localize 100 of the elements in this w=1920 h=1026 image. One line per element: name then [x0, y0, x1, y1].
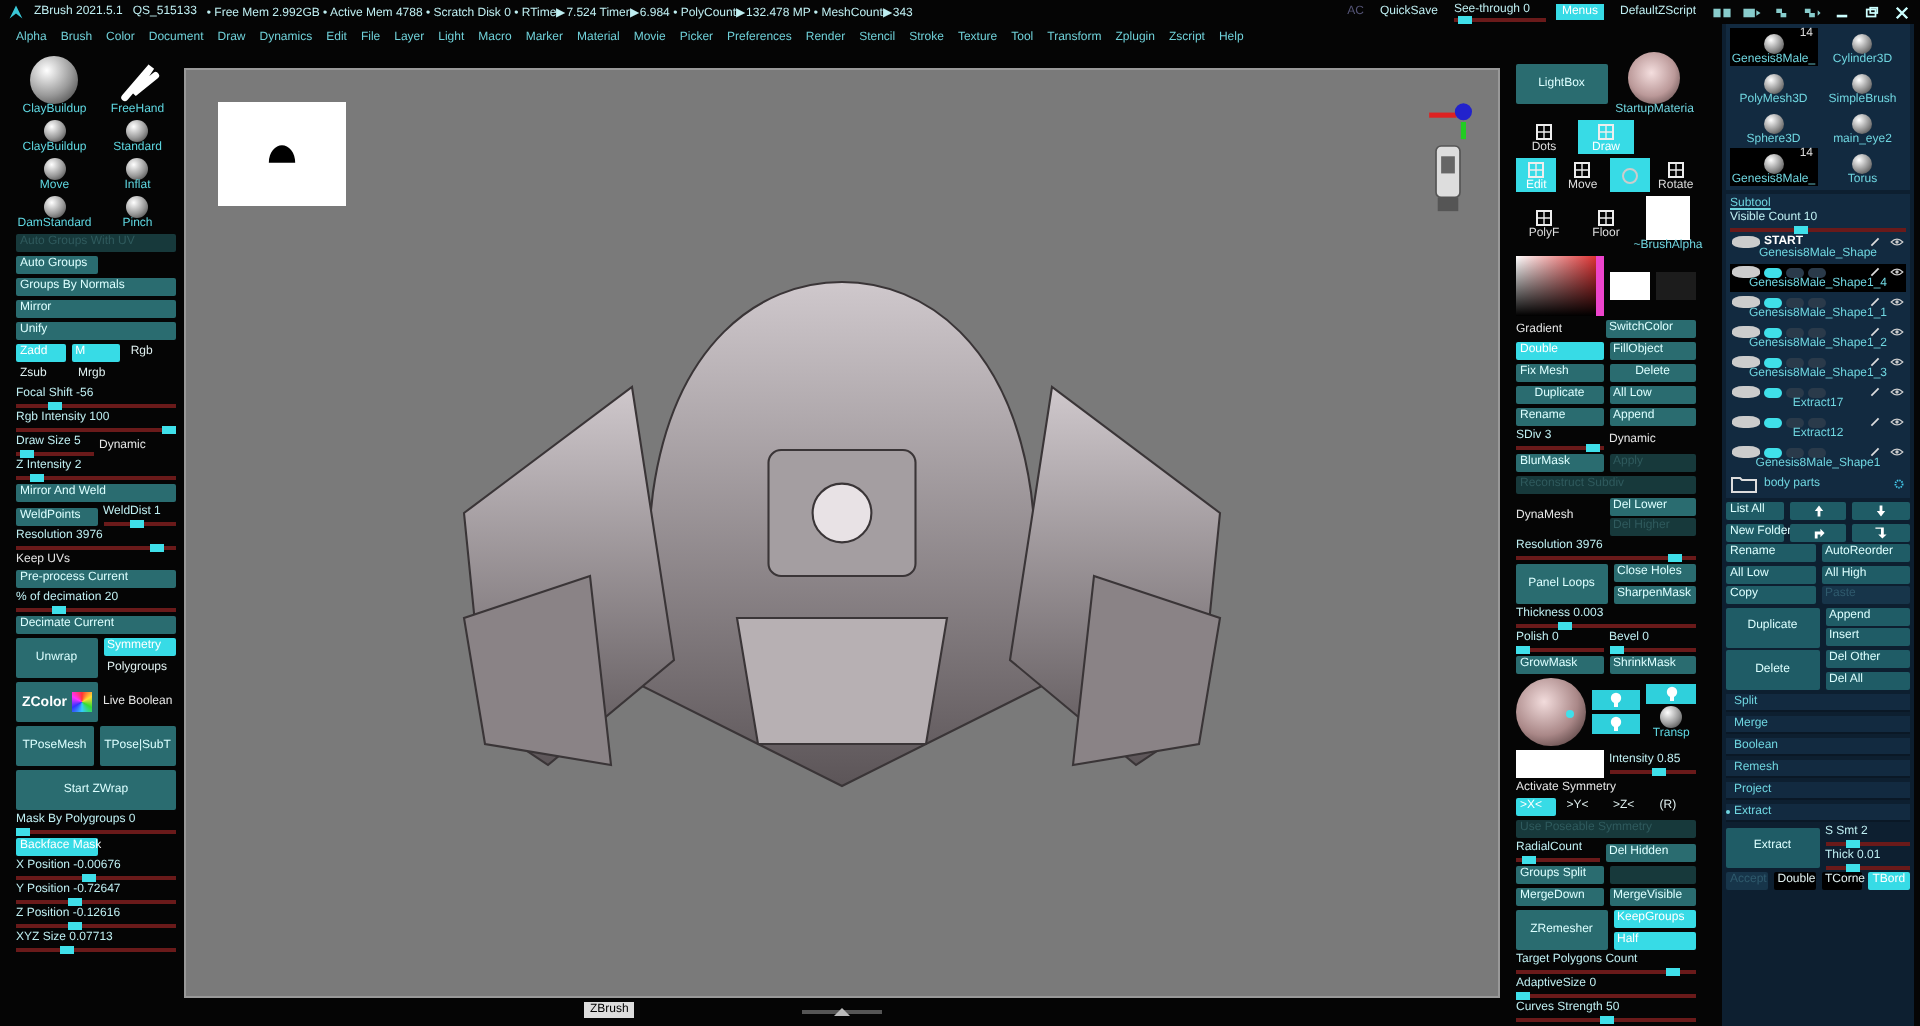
panels-icon[interactable]	[1772, 5, 1792, 19]
move-up-button[interactable]	[1789, 502, 1847, 520]
sphere-icon	[126, 120, 149, 142]
bulb-icon	[1605, 690, 1626, 711]
mesh-preview-icon	[1763, 34, 1784, 54]
pencil-icon[interactable]	[1868, 446, 1882, 458]
slider-thumb[interactable]	[1557, 622, 1572, 630]
pencil-icon[interactable]	[1868, 386, 1882, 398]
slider-thumb[interactable]	[1457, 15, 1472, 23]
close-icon[interactable]	[1892, 5, 1912, 19]
grid-icon	[1665, 159, 1686, 179]
eye-icon[interactable]	[1890, 296, 1904, 308]
arrow-down-icon	[1874, 504, 1889, 518]
eye-icon[interactable]	[1890, 356, 1904, 368]
ring-tool-button[interactable]	[1609, 158, 1650, 192]
slider-thumb[interactable]	[67, 898, 82, 906]
mesh-thumbnail-icon	[1732, 416, 1760, 428]
slider-thumb[interactable]	[30, 474, 45, 482]
pencil-icon[interactable]	[1868, 236, 1882, 248]
slider-thumb[interactable]	[81, 874, 96, 882]
sphere-icon	[126, 196, 149, 218]
slider-thumb[interactable]	[19, 450, 34, 458]
grid-icon	[1572, 159, 1593, 179]
pencil-icon[interactable]	[1868, 416, 1882, 428]
color-swatch[interactable]	[1516, 750, 1603, 778]
mesh-preview-icon	[1763, 74, 1784, 94]
grid-icon	[1596, 121, 1616, 141]
layout-icon[interactable]	[1712, 5, 1732, 19]
pencil-icon[interactable]	[1868, 296, 1882, 308]
mesh-preview-icon	[1763, 114, 1784, 134]
move-down-button[interactable]	[1852, 502, 1911, 520]
mesh-thumbnail-icon	[1732, 326, 1760, 338]
eye-icon[interactable]	[1890, 326, 1904, 338]
slider-thumb[interactable]	[52, 606, 67, 614]
color-picker[interactable]	[1516, 256, 1604, 316]
slider-thumb[interactable]	[1516, 646, 1530, 654]
move-in-button[interactable]	[1852, 523, 1911, 541]
slider-thumb[interactable]	[1609, 646, 1623, 654]
bulb-icon	[1661, 683, 1682, 704]
mesh-preview-icon	[1763, 154, 1784, 174]
color-swatch[interactable]	[1610, 272, 1650, 300]
sphere-icon	[126, 158, 149, 180]
light-button[interactable]	[1646, 683, 1696, 704]
eye-icon[interactable]	[1890, 446, 1904, 458]
move-out-button[interactable]	[1789, 523, 1847, 541]
restore-icon[interactable]	[1862, 5, 1882, 19]
eye-icon[interactable]	[1890, 416, 1904, 428]
slider-thumb[interactable]	[59, 946, 74, 954]
alpha-swatch-icon	[1646, 196, 1690, 240]
slider-thumb[interactable]	[1652, 768, 1667, 776]
sphere-icon	[43, 196, 66, 218]
mesh-thumbnail-icon	[1732, 296, 1760, 308]
light-button[interactable]	[1591, 713, 1641, 734]
gear-icon[interactable]	[1892, 478, 1906, 490]
slider-thumb[interactable]	[150, 544, 165, 552]
slider-thumb[interactable]	[1794, 226, 1809, 234]
eye-icon[interactable]	[1890, 236, 1904, 248]
layout-icon[interactable]	[1742, 5, 1762, 19]
mesh-preview-icon	[1852, 34, 1873, 54]
slider-thumb[interactable]	[16, 828, 30, 836]
slider-thumb[interactable]	[1516, 992, 1530, 1000]
pencil-icon[interactable]	[1868, 326, 1882, 338]
sphere-icon	[30, 56, 79, 104]
eye-icon[interactable]	[1890, 386, 1904, 398]
slider-thumb[interactable]	[1846, 863, 1861, 871]
slider-thumb[interactable]	[129, 520, 144, 528]
slider-thumb[interactable]	[1585, 443, 1600, 451]
grid-icon	[1596, 208, 1616, 228]
pencil-icon[interactable]	[1868, 356, 1882, 368]
light-button[interactable]	[1591, 690, 1641, 711]
slider-thumb[interactable]	[162, 426, 176, 434]
mesh-thumbnail-icon	[1732, 266, 1760, 278]
mesh-preview-icon	[1852, 154, 1873, 174]
slider-thumb[interactable]	[48, 402, 63, 410]
turn-arrow-icon	[1874, 525, 1889, 539]
sphere-icon	[1660, 706, 1683, 729]
mesh-thumbnail-icon	[1732, 446, 1760, 458]
mesh-preview-icon	[1852, 74, 1873, 94]
pencil-icon[interactable]	[1868, 266, 1882, 278]
bulb-icon	[1605, 713, 1626, 734]
slider-thumb[interactable]	[1665, 968, 1680, 976]
slider-thumb[interactable]	[1522, 856, 1537, 864]
light-position-icon	[1565, 710, 1574, 718]
panels-icon[interactable]	[1802, 5, 1822, 19]
slider-thumb[interactable]	[1599, 1016, 1613, 1024]
grid-icon	[1534, 121, 1554, 141]
sphere-icon	[43, 120, 66, 142]
mesh-thumbnail-icon	[1732, 356, 1760, 368]
turn-arrow-icon	[1811, 525, 1825, 539]
arrow-up-icon	[1811, 504, 1825, 518]
light-sphere[interactable]	[1516, 678, 1586, 746]
folder-icon	[1730, 474, 1758, 494]
slider-thumb[interactable]	[1668, 554, 1683, 562]
mesh-preview-icon	[1852, 114, 1873, 134]
ring-icon	[1619, 165, 1640, 185]
sphere-icon	[1628, 52, 1681, 104]
mesh-thumbnail-icon	[1732, 236, 1760, 248]
slider-thumb[interactable]	[1846, 840, 1861, 848]
eye-icon[interactable]	[1890, 266, 1904, 278]
slider-thumb[interactable]	[67, 922, 82, 930]
